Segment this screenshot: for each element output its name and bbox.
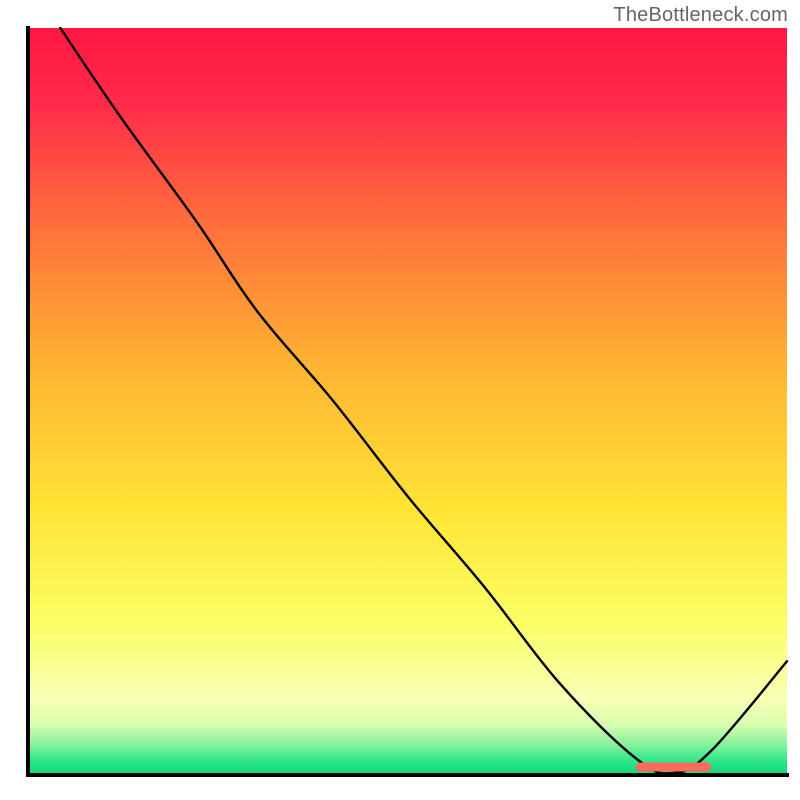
bottleneck-chart: [0, 0, 800, 800]
watermark-label: TheBottleneck.com: [613, 4, 788, 27]
plot-background: [30, 28, 787, 773]
optimal-range-marker: [636, 763, 712, 772]
y-axis: [26, 26, 30, 777]
chart-svg: [0, 0, 800, 800]
